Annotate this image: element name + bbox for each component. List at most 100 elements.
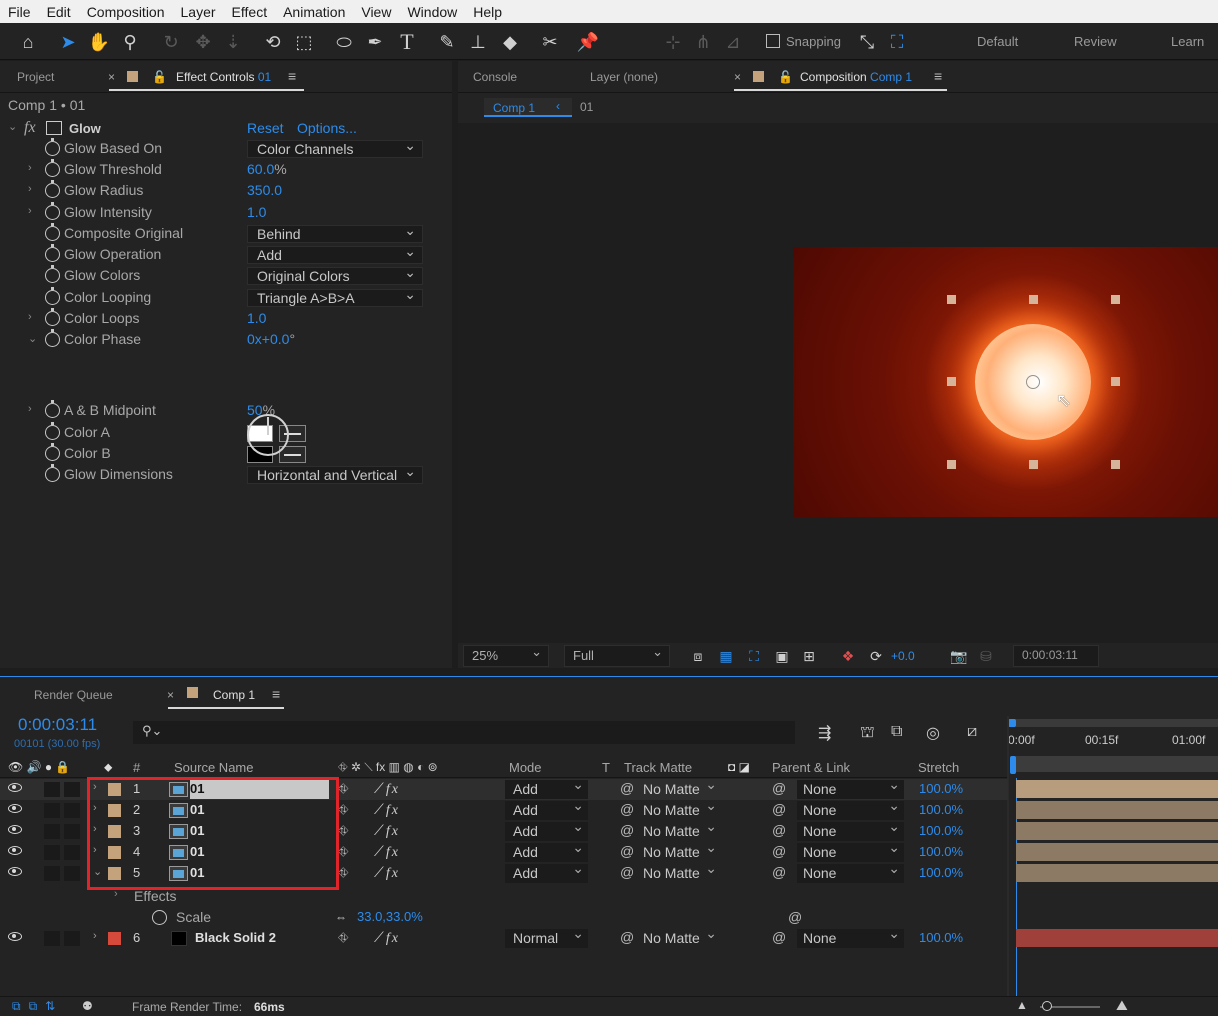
tab-comp[interactable]: Comp 1 [213,688,255,702]
snap-edges-icon[interactable]: ⤡ [854,29,880,55]
property-dropdown[interactable]: Behind [247,222,423,243]
property-row[interactable]: Composite Original Behind [0,222,430,245]
tab-layer[interactable]: Layer (none) [590,70,658,84]
col-parent-link[interactable]: Parent & Link [772,760,850,775]
matte-pickwhip-icon[interactable]: @ [620,822,634,838]
panel-menu-icon[interactable]: ≡ [288,68,296,84]
roto-brush-tool-icon[interactable]: ✂ [537,29,563,55]
lock-toggle[interactable] [64,824,80,839]
transform-handle[interactable] [1029,295,1038,304]
parent-pickwhip-icon[interactable]: @ [772,843,786,859]
shy-switch-icon[interactable]: ⛗ [338,802,348,818]
tab-effect-controls[interactable]: Effect Controls 01 [176,70,271,84]
layer-duration-bar[interactable] [1016,929,1218,947]
eye-icon[interactable] [8,932,22,941]
lock-icon[interactable]: 🔓 [152,70,167,84]
transform-handle[interactable] [947,377,956,386]
parent-pickwhip-icon[interactable]: @ [772,929,786,945]
stopwatch-icon[interactable] [45,159,60,177]
view-axis-icon[interactable]: ⊿ [720,29,746,55]
matte-pickwhip-icon[interactable]: @ [620,929,634,945]
work-area-start-handle[interactable] [1008,719,1016,727]
eraser-tool-icon[interactable]: ◆ [497,29,523,55]
zoom-dropdown[interactable]: 25% ⌄ [463,644,549,667]
parent-pickwhip-icon[interactable]: @ [772,780,786,796]
snapping-checkbox[interactable] [766,34,780,48]
parent-dropdown[interactable]: None [797,859,904,883]
tab-console[interactable]: Console [473,70,517,84]
chevron-right-icon[interactable]: › [28,311,32,323]
shy-switch-icon[interactable]: ⛗ [338,781,348,797]
track-matte-dropdown[interactable]: No Matte [643,859,721,883]
property-dropdown[interactable]: Color Channels [247,137,423,158]
constrain-proportions-icon[interactable]: ⇔ [335,910,347,924]
exposure-value[interactable]: +0.0 [891,649,915,663]
property-dropdown[interactable]: Horizontal and Vertical [247,463,423,484]
stretch-value[interactable]: 100.0% [919,844,963,859]
stopwatch-icon[interactable] [45,308,60,326]
menu-window[interactable]: Window [399,4,465,20]
comp-canvas[interactable]: ⇖ [793,247,1218,517]
solo-toggle[interactable] [44,824,60,839]
stopwatch-icon[interactable] [45,400,60,418]
lock-toggle[interactable] [64,845,80,860]
col-t[interactable]: T [602,760,610,775]
property-row[interactable]: › Color Loops 1.0 [0,308,430,330]
shy-switch-icon[interactable]: ⛗ [338,930,348,946]
anchor-point-icon[interactable] [1026,375,1040,389]
stopwatch-icon[interactable] [45,422,60,440]
layer-breadcrumb[interactable]: 01 [580,100,593,114]
stopwatch-icon[interactable] [152,910,167,925]
playhead-area[interactable] [1012,756,1218,772]
layer-duration-bar[interactable] [1016,822,1218,840]
scale-property-row[interactable]: Scale ⇔ 33.0,33.0% @ [0,907,1218,928]
transparency-grid-icon[interactable]: ▦ [717,648,735,664]
orbit-tool-icon[interactable]: ↻ [158,29,184,55]
layer-duration-bar[interactable] [1016,864,1218,882]
guides-grid-icon[interactable]: ⊞ [800,648,818,664]
current-time[interactable]: 0:00:03:11 [18,715,97,735]
reset-link[interactable]: Reset [247,120,284,136]
stopwatch-icon[interactable] [45,443,60,461]
layer-duration-bar[interactable] [1016,843,1218,861]
region-of-interest-icon[interactable]: ▣ [773,648,791,664]
stopwatch-icon[interactable] [45,202,60,220]
fast-previews-icon[interactable]: ⧈ [689,648,707,664]
stopwatch-icon[interactable] [45,265,60,283]
mask-visibility-icon[interactable]: ⛶ [745,648,763,664]
color-phase-dial[interactable] [247,414,289,456]
scale-value[interactable]: 33.0,33.0% [357,909,423,924]
chevron-right-icon[interactable]: › [28,162,32,174]
frame-blending-icon[interactable]: ⧉ [891,723,902,741]
lock-toggle[interactable] [64,866,80,881]
ellipse-tool-icon[interactable]: ⬭ [331,29,357,55]
lock-toggle[interactable] [64,931,80,946]
property-row[interactable]: Glow Dimensions Horizontal and Vertical [0,463,430,486]
stopwatch-icon[interactable] [45,287,60,305]
chevron-down-icon[interactable]: ⌄ [8,120,17,133]
property-value[interactable]: 1.0 [247,310,266,326]
close-icon[interactable]: × [108,70,115,84]
col-mode[interactable]: Mode [509,760,542,775]
expression-pickwhip-icon[interactable]: @ [788,909,802,925]
shy-switch-icon[interactable]: ⛗ [338,823,348,839]
pan-tool-icon[interactable]: ✥ [190,29,216,55]
parent-pickwhip-icon[interactable]: @ [772,822,786,838]
property-dropdown[interactable]: Triangle A>B>A [247,286,423,307]
puppet-pin-tool-icon[interactable]: 📌 [575,29,601,55]
layer-row[interactable]: › 6 Black Solid 2 ⛗ ⟋fx Normal @ No Matte @ None 1… [0,924,1008,949]
brush-tool-icon[interactable]: ✎ [434,29,460,55]
hand-tool-icon[interactable]: ✋ [86,29,112,55]
eye-icon[interactable] [8,804,22,813]
eye-icon[interactable] [8,867,22,876]
menu-view[interactable]: View [353,4,399,20]
work-area-bar[interactable] [1012,719,1218,727]
clone-stamp-tool-icon[interactable]: ⊥ [465,29,491,55]
col-stretch[interactable]: Stretch [918,760,959,775]
pen-tool-icon[interactable]: ✒ [362,29,388,55]
zoom-tool-icon[interactable]: ⚲ [117,29,143,55]
parent-pickwhip-icon[interactable]: @ [772,801,786,817]
transform-handle[interactable] [947,460,956,469]
solo-toggle[interactable] [44,866,60,881]
workspace-learn[interactable]: Learn [1171,34,1204,49]
